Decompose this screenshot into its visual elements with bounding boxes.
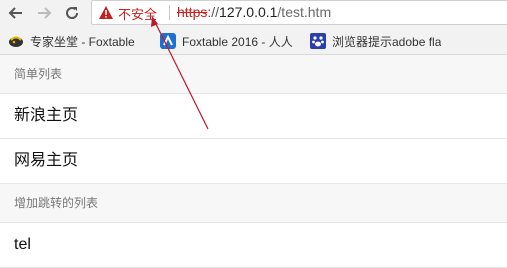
url-host: 127.0.0.1 <box>219 4 278 20</box>
browser-toolbar: 不安全 https://127.0.0.1/test.htm <box>0 0 507 26</box>
arrow-right-icon <box>38 7 52 19</box>
reload-button[interactable] <box>62 3 82 23</box>
page-content: 简单列表 新浪主页 网易主页 增加跳转的列表 tel <box>0 55 507 268</box>
address-bar[interactable]: 不安全 https://127.0.0.1/test.htm <box>91 0 507 25</box>
back-button[interactable] <box>6 3 26 23</box>
url-scheme: https <box>177 4 208 20</box>
list-item-sina[interactable]: 新浪主页 <box>0 94 507 139</box>
arrow-left-icon <box>8 7 22 19</box>
url-path: /test.htm <box>277 4 332 20</box>
section-header-jump-list: 增加跳转的列表 <box>0 184 507 223</box>
security-status-label[interactable]: 不安全 <box>118 4 157 23</box>
address-separator <box>169 5 170 20</box>
bookmark-label: Foxtable 2016 - 人人 <box>182 34 293 49</box>
bookmark-label: 专家坐堂 - Foxtable <box>30 34 135 49</box>
warning-triangle-icon[interactable] <box>98 5 114 20</box>
bookmark-label: 浏览器提示adobe fla <box>332 34 442 49</box>
forward-button[interactable] <box>34 3 54 23</box>
bookmark-foxtable-2016[interactable]: Foxtable 2016 - 人人 <box>160 32 302 50</box>
list-item-tel[interactable]: tel <box>0 223 507 268</box>
bookmarks-bar: 专家坐堂 - Foxtable Foxtable 2016 - 人人 浏览器提示… <box>0 26 507 55</box>
paw-icon <box>310 33 326 49</box>
reload-icon <box>66 7 79 19</box>
foxtable-2016-icon <box>160 33 176 49</box>
url-scheme-separator: :// <box>207 4 220 20</box>
list-item-netease[interactable]: 网易主页 <box>0 139 507 184</box>
bookmark-foxtable-expert[interactable]: 专家坐堂 - Foxtable <box>8 32 150 50</box>
bookmark-adobe-flash[interactable]: 浏览器提示adobe fla <box>310 32 450 50</box>
section-header-simple-list: 简单列表 <box>0 55 507 94</box>
url-text[interactable]: https://127.0.0.1/test.htm <box>177 4 331 20</box>
foxtable-icon <box>8 33 24 49</box>
